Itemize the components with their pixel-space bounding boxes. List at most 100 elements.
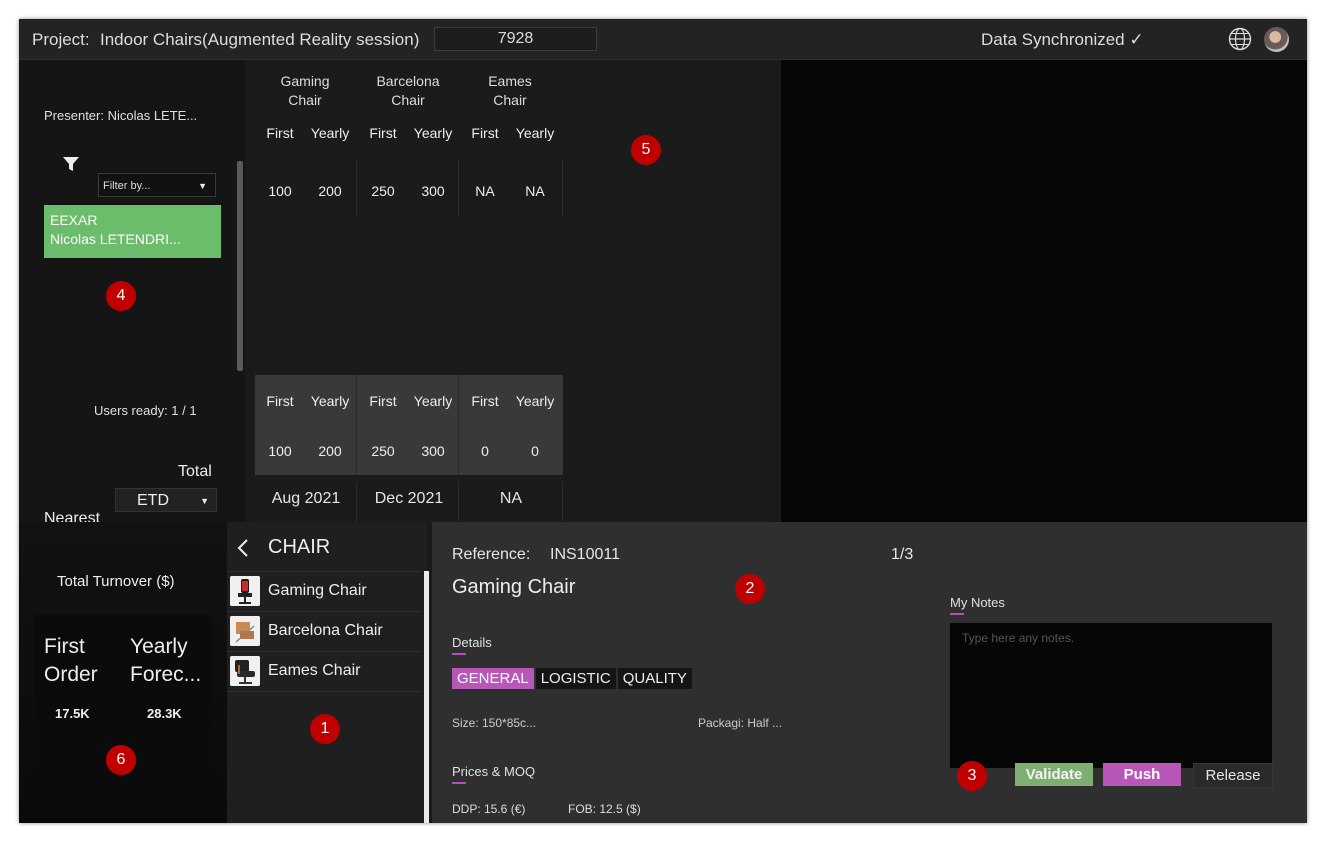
- total-label: Total: [178, 463, 212, 480]
- total-header-first: First: [471, 393, 499, 409]
- turnover-title: Total Turnover ($): [57, 573, 175, 590]
- callout-badge-1: 1: [310, 714, 340, 744]
- tab-general[interactable]: GENERAL: [452, 668, 534, 689]
- project-name: Indoor Chairs(Augmented Reality session): [100, 30, 420, 49]
- fob-price: FOB: 12.5 ($): [568, 802, 641, 816]
- list-item-label: Eames Chair: [268, 662, 361, 679]
- list-item-label: Gaming Chair: [268, 582, 367, 599]
- product-list-scrollbar[interactable]: [424, 571, 429, 823]
- filter-icon[interactable]: [63, 157, 79, 172]
- etd-dates-row: Aug 2021 Dec 2021 NA: [255, 482, 563, 522]
- product-name-line2: Chair: [391, 92, 425, 108]
- product-header-gaming: Gaming Chair: [255, 72, 355, 110]
- product-name-line1: Eames: [488, 73, 532, 89]
- details-label: Details: [452, 635, 492, 650]
- col-header-first: First: [471, 125, 499, 141]
- cell-eames-yearly: NA: [525, 183, 545, 199]
- total-eames-first: 0: [481, 443, 489, 459]
- total-header-yearly: Yearly: [310, 393, 350, 409]
- column-divider: [458, 482, 459, 522]
- release-button[interactable]: Release: [1193, 763, 1273, 788]
- participants-scrollbar[interactable]: [237, 161, 243, 371]
- total-gaming-yearly: 200: [318, 443, 342, 459]
- col-header-first: First: [369, 125, 397, 141]
- nearest-dropdown[interactable]: ETD ▼: [115, 488, 217, 512]
- users-ready: Users ready: 1 / 1: [94, 403, 197, 418]
- first-order-label-line2: Order: [44, 663, 98, 686]
- column-divider: [356, 375, 357, 475]
- date-gaming: Aug 2021: [271, 490, 341, 507]
- product-list: Gaming Chair Barcelona Chair Eames Chair…: [227, 571, 427, 823]
- first-order-value: 17.5K: [55, 706, 90, 721]
- date-barcelona: Dec 2021: [374, 490, 444, 507]
- total-eames-yearly: 0: [531, 443, 539, 459]
- product-list-panel: CHAIR Gaming Chair Barcelona Chair Eames…: [227, 522, 429, 823]
- presenter-label: Presenter: Nicolas LETE...: [44, 108, 198, 123]
- cell-barcelona-yearly: 300: [421, 183, 445, 199]
- product-name: Gaming Chair: [452, 576, 576, 598]
- user-card-org: EEXAR: [50, 212, 98, 228]
- product-name-line1: Gaming: [280, 73, 330, 89]
- prices-label: Prices & MOQ: [452, 764, 536, 779]
- user-card[interactable]: EEXAR Nicolas LETENDRI...: [44, 205, 221, 258]
- yearly-forecast-label-line2: Forec...: [130, 663, 202, 686]
- total-header-yearly: Yearly: [413, 393, 453, 409]
- ddp-price: DDP: 15.6 (€): [452, 802, 526, 816]
- totals-block: First Yearly First Yearly First Yearly 1…: [255, 375, 563, 475]
- col-header-yearly: Yearly: [310, 125, 350, 141]
- total-gaming-first: 100: [268, 443, 292, 459]
- product-header-eames: Eames Chair: [460, 72, 560, 110]
- col-header-first: First: [266, 125, 294, 141]
- total-header-first: First: [266, 393, 294, 409]
- pager: 1/3: [891, 546, 914, 563]
- details-underline: [452, 653, 466, 655]
- chevron-left-icon[interactable]: [237, 539, 249, 557]
- category-title: CHAIR: [268, 536, 331, 558]
- user-avatar[interactable]: [1264, 27, 1289, 52]
- notes-underline: [950, 613, 964, 615]
- column-divider: [356, 482, 357, 522]
- list-item-barcelona-chair[interactable]: Barcelona Chair: [227, 611, 421, 651]
- gaming-chair-thumbnail: [230, 576, 260, 606]
- detail-tabs: GENERAL LOGISTIC QUALITY: [452, 668, 692, 689]
- total-header-yearly: Yearly: [515, 393, 555, 409]
- list-item-gaming-chair[interactable]: Gaming Chair: [227, 571, 421, 611]
- tab-logistic[interactable]: LOGISTIC: [535, 668, 616, 689]
- filter-placeholder: Filter by...: [103, 180, 151, 192]
- column-divider: [356, 160, 357, 216]
- first-order-label: First Order: [44, 633, 98, 689]
- column-divider: [562, 482, 563, 522]
- notes-textarea[interactable]: Type here any notes.: [950, 623, 1272, 768]
- packaging-field: Packagi: Half ...: [698, 716, 783, 730]
- session-id: 7928: [434, 27, 597, 51]
- yearly-forecast-value: 28.3K: [147, 706, 182, 721]
- ar-viewport[interactable]: [781, 60, 1307, 522]
- list-item-label: Barcelona Chair: [268, 622, 383, 639]
- filter-dropdown[interactable]: Filter by... ▼: [98, 173, 216, 197]
- tab-quality[interactable]: QUALITY: [617, 668, 692, 689]
- chevron-down-icon: ▼: [198, 181, 207, 191]
- cell-gaming-yearly: 200: [318, 183, 342, 199]
- top-bar: Project: Indoor Chairs(Augmented Reality…: [19, 19, 1307, 60]
- total-barcelona-first: 250: [371, 443, 395, 459]
- reference-label: Reference:: [452, 546, 531, 563]
- list-item-eames-chair[interactable]: Eames Chair: [227, 651, 421, 692]
- participants-panel: Presenter: Nicolas LETE... Filter by... …: [19, 60, 245, 527]
- product-name-line2: Chair: [493, 92, 527, 108]
- chevron-down-icon: ▼: [200, 496, 209, 506]
- product-details-panel: Reference: INS10011 1/3 Gaming Chair 2 D…: [432, 522, 1307, 823]
- column-divider: [458, 375, 459, 475]
- yearly-forecast-label: Yearly Forec...: [130, 633, 201, 689]
- callout-badge-4: 4: [106, 281, 136, 311]
- push-button[interactable]: Push: [1103, 763, 1181, 786]
- callout-badge-6: 6: [106, 745, 136, 775]
- cell-barcelona-first: 250: [371, 183, 395, 199]
- globe-icon[interactable]: [1228, 27, 1252, 51]
- yearly-forecast-label-line1: Yearly: [130, 635, 188, 658]
- column-divider: [458, 160, 459, 216]
- nearest-value: ETD: [137, 492, 169, 509]
- prices-underline: [452, 782, 466, 784]
- total-barcelona-yearly: 300: [421, 443, 445, 459]
- sync-status: Data Synchronized ✓: [981, 30, 1144, 49]
- validate-button[interactable]: Validate: [1015, 763, 1093, 786]
